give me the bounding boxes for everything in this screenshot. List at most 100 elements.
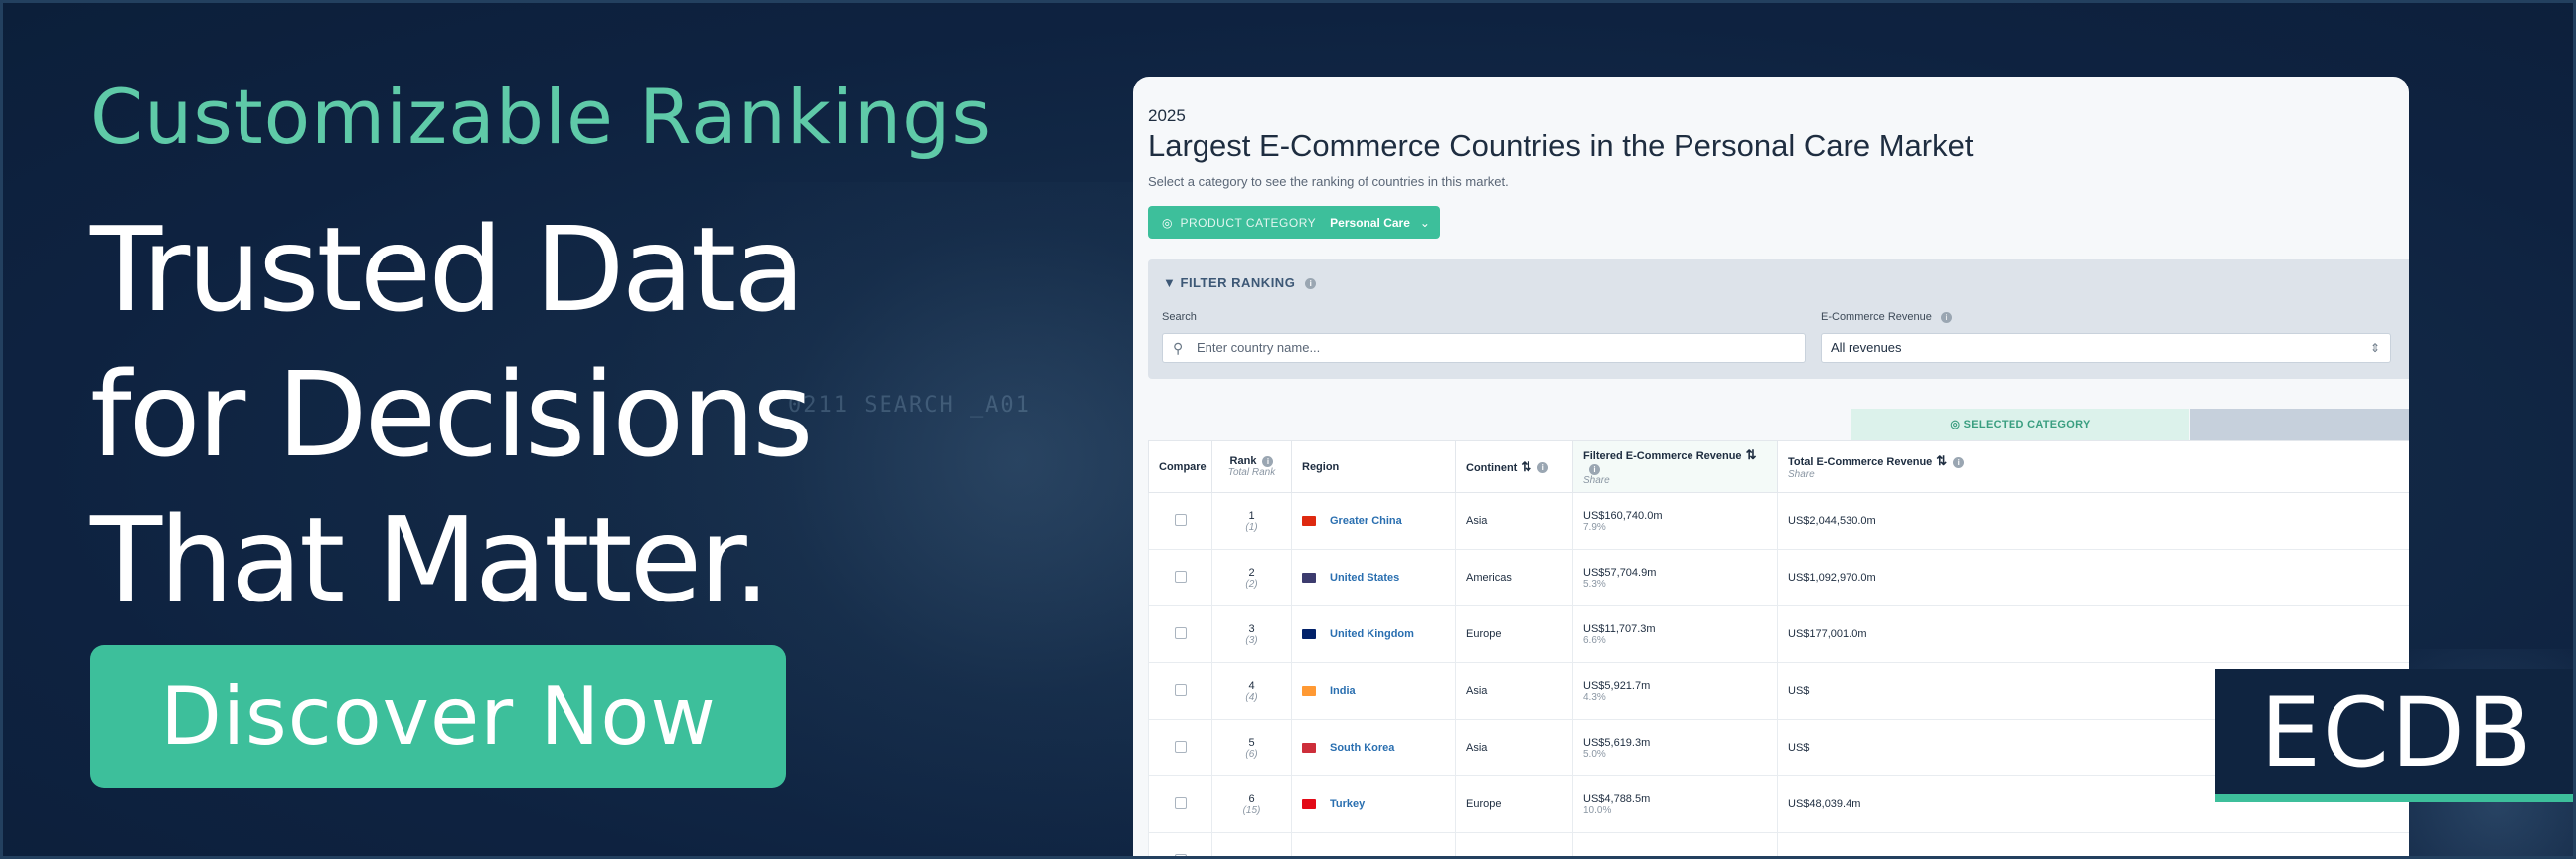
total-revenue-cell: US$177,001.0m	[1777, 605, 2409, 663]
country-search-input[interactable]: ⚲ Enter country name...	[1162, 333, 1806, 363]
region-cell: United States	[1291, 549, 1456, 606]
compare-checkbox[interactable]	[1174, 513, 1187, 526]
share-value: 5.0%	[1583, 748, 1606, 760]
compare-cell	[1148, 605, 1212, 663]
info-icon[interactable]: i	[1305, 278, 1317, 290]
filtered-revenue-value: US$57,704.9m	[1583, 566, 1657, 579]
chevron-down-icon: ⌄	[1419, 215, 1430, 230]
continent-cell: Europe	[1455, 775, 1573, 833]
rank-value: 1	[1248, 509, 1255, 522]
col-filtered-label: Filtered E-Commerce Revenue	[1583, 450, 1742, 462]
total-revenue-cell: US$2,044,530.0m	[1777, 492, 2409, 550]
total-rank-value: (6)	[1245, 748, 1258, 760]
flag-icon	[1302, 629, 1316, 640]
total-rank-value: (4)	[1245, 691, 1258, 703]
share-value: 6.6%	[1583, 634, 1606, 646]
compare-cell	[1148, 775, 1212, 833]
filtered-revenue-cell: US$4,046.8m	[1572, 832, 1778, 856]
compare-checkbox[interactable]	[1174, 853, 1187, 856]
share-value: 5.3%	[1583, 578, 1606, 590]
compare-checkbox[interactable]	[1174, 740, 1187, 753]
filtered-revenue-value: US$11,707.3m	[1583, 622, 1656, 635]
compare-cell	[1148, 719, 1212, 776]
rank-value: 6	[1248, 792, 1255, 805]
flag-icon	[1302, 516, 1316, 527]
region-cell: South Korea	[1291, 719, 1456, 776]
ranking-title: Largest E-Commerce Countries in the Pers…	[1148, 128, 1974, 163]
col-region: Region	[1291, 440, 1456, 493]
discover-now-button[interactable]: Discover Now	[90, 645, 786, 788]
sort-icon[interactable]: ⇅	[1746, 447, 1757, 462]
revenue-select[interactable]: All revenues ⇕	[1821, 333, 2391, 363]
compare-checkbox[interactable]	[1174, 626, 1187, 639]
search-label: Search	[1162, 311, 1197, 323]
filter-heading-label: FILTER RANKING	[1180, 275, 1296, 290]
col-rank[interactable]: Rank i Total Rank	[1211, 440, 1292, 493]
table-row[interactable]: 7 US$4,046.8m	[1148, 832, 2409, 856]
ranking-subtitle: Select a category to see the ranking of …	[1148, 174, 1509, 189]
category-label: PRODUCT CATEGORY	[1180, 215, 1317, 230]
total-revenue-cell	[1777, 832, 2409, 856]
col-rank-label: Rank	[1229, 455, 1257, 467]
table-row[interactable]: 3 (3) United Kingdom Europe US$11,707.3m 6.6%…	[1148, 605, 2409, 663]
rank-cell: 7	[1211, 832, 1292, 856]
region-link[interactable]: Greater China	[1330, 515, 1402, 527]
revenue-label-text: E-Commerce Revenue	[1821, 311, 1932, 323]
table-row[interactable]: 1 (1) Greater China Asia US$160,740.0m 7.9% US…	[1148, 492, 2409, 550]
region-link[interactable]: India	[1330, 685, 1356, 697]
compare-checkbox[interactable]	[1174, 796, 1187, 809]
compare-checkbox[interactable]	[1174, 683, 1187, 696]
rank-cell: 2 (2)	[1211, 549, 1292, 606]
filtered-revenue-cell: US$5,921.7m 4.3%	[1572, 662, 1778, 720]
col-total-revenue[interactable]: Total E-Commerce Revenue ⇅ i Share	[1777, 440, 2409, 493]
compare-checkbox[interactable]	[1174, 570, 1187, 583]
ranking-year: 2025	[1148, 106, 1186, 125]
region-link[interactable]: United States	[1330, 572, 1399, 584]
compare-cell	[1148, 832, 1212, 856]
col-filtered-sub: Share	[1583, 475, 1610, 486]
filter-icon: ▼	[1163, 275, 1177, 290]
region-cell: Turkey	[1291, 775, 1456, 833]
sort-icon[interactable]: ⇅	[1521, 459, 1531, 474]
compare-cell	[1148, 549, 1212, 606]
rank-cell: 6 (15)	[1211, 775, 1292, 833]
table-row[interactable]: 2 (2) United States Americas US$57,704.9m 5.3…	[1148, 549, 2409, 606]
region-cell: United Kingdom	[1291, 605, 1456, 663]
headline-line-1: Trusted Data	[90, 201, 806, 338]
region-cell: India	[1291, 662, 1456, 720]
info-icon[interactable]: i	[1940, 311, 1952, 323]
share-value: 10.0%	[1583, 804, 1612, 816]
rank-cell: 4 (4)	[1211, 662, 1292, 720]
rank-cell: 5 (6)	[1211, 719, 1292, 776]
col-rank-sub: Total Rank	[1227, 467, 1276, 478]
col-continent-label: Continent	[1466, 461, 1518, 474]
category-value: Personal Care	[1330, 215, 1410, 230]
search-placeholder: Enter country name...	[1197, 340, 1321, 355]
total-category-header	[2190, 409, 2409, 440]
region-link[interactable]: Turkey	[1330, 798, 1365, 810]
col-filtered-revenue[interactable]: Filtered E-Commerce Revenue ⇅ i Share	[1572, 440, 1778, 493]
filtered-revenue-cell: US$11,707.3m 6.6%	[1572, 605, 1778, 663]
revenue-select-value: All revenues	[1831, 340, 1902, 355]
total-rank-value: (3)	[1245, 634, 1258, 646]
total-rank-value: (15)	[1242, 804, 1261, 816]
info-icon[interactable]: i	[1589, 463, 1600, 475]
region-link[interactable]: South Korea	[1330, 742, 1394, 754]
col-continent[interactable]: Continent ⇅ i	[1455, 440, 1573, 493]
rank-value: 4	[1248, 679, 1255, 692]
selected-category-icon: ◎	[1950, 419, 1961, 430]
info-icon[interactable]: i	[1537, 462, 1549, 474]
ad-banner: 0211 SEARCH _A01 Customizable Rankings T…	[0, 0, 2576, 859]
compare-cell	[1148, 662, 1212, 720]
region-link[interactable]: United Kingdom	[1330, 628, 1414, 640]
rank-value: 5	[1248, 736, 1255, 749]
rank-value: 2	[1248, 566, 1255, 579]
filter-ranking-box: ▼ FILTER RANKING i Search E-Commerce Rev…	[1148, 259, 2409, 379]
product-category-dropdown[interactable]: ◎ PRODUCT CATEGORY Personal Care ⌄	[1148, 206, 1440, 239]
sort-icon[interactable]: ⇅	[1936, 453, 1947, 468]
info-icon[interactable]: i	[1262, 455, 1274, 467]
filtered-revenue-value: US$4,046.8m	[1583, 855, 1650, 856]
info-icon[interactable]: i	[1953, 456, 1965, 468]
selected-category-header: ◎ SELECTED CATEGORY	[1852, 409, 2189, 440]
headline-line-3: That Matter.	[90, 491, 770, 628]
